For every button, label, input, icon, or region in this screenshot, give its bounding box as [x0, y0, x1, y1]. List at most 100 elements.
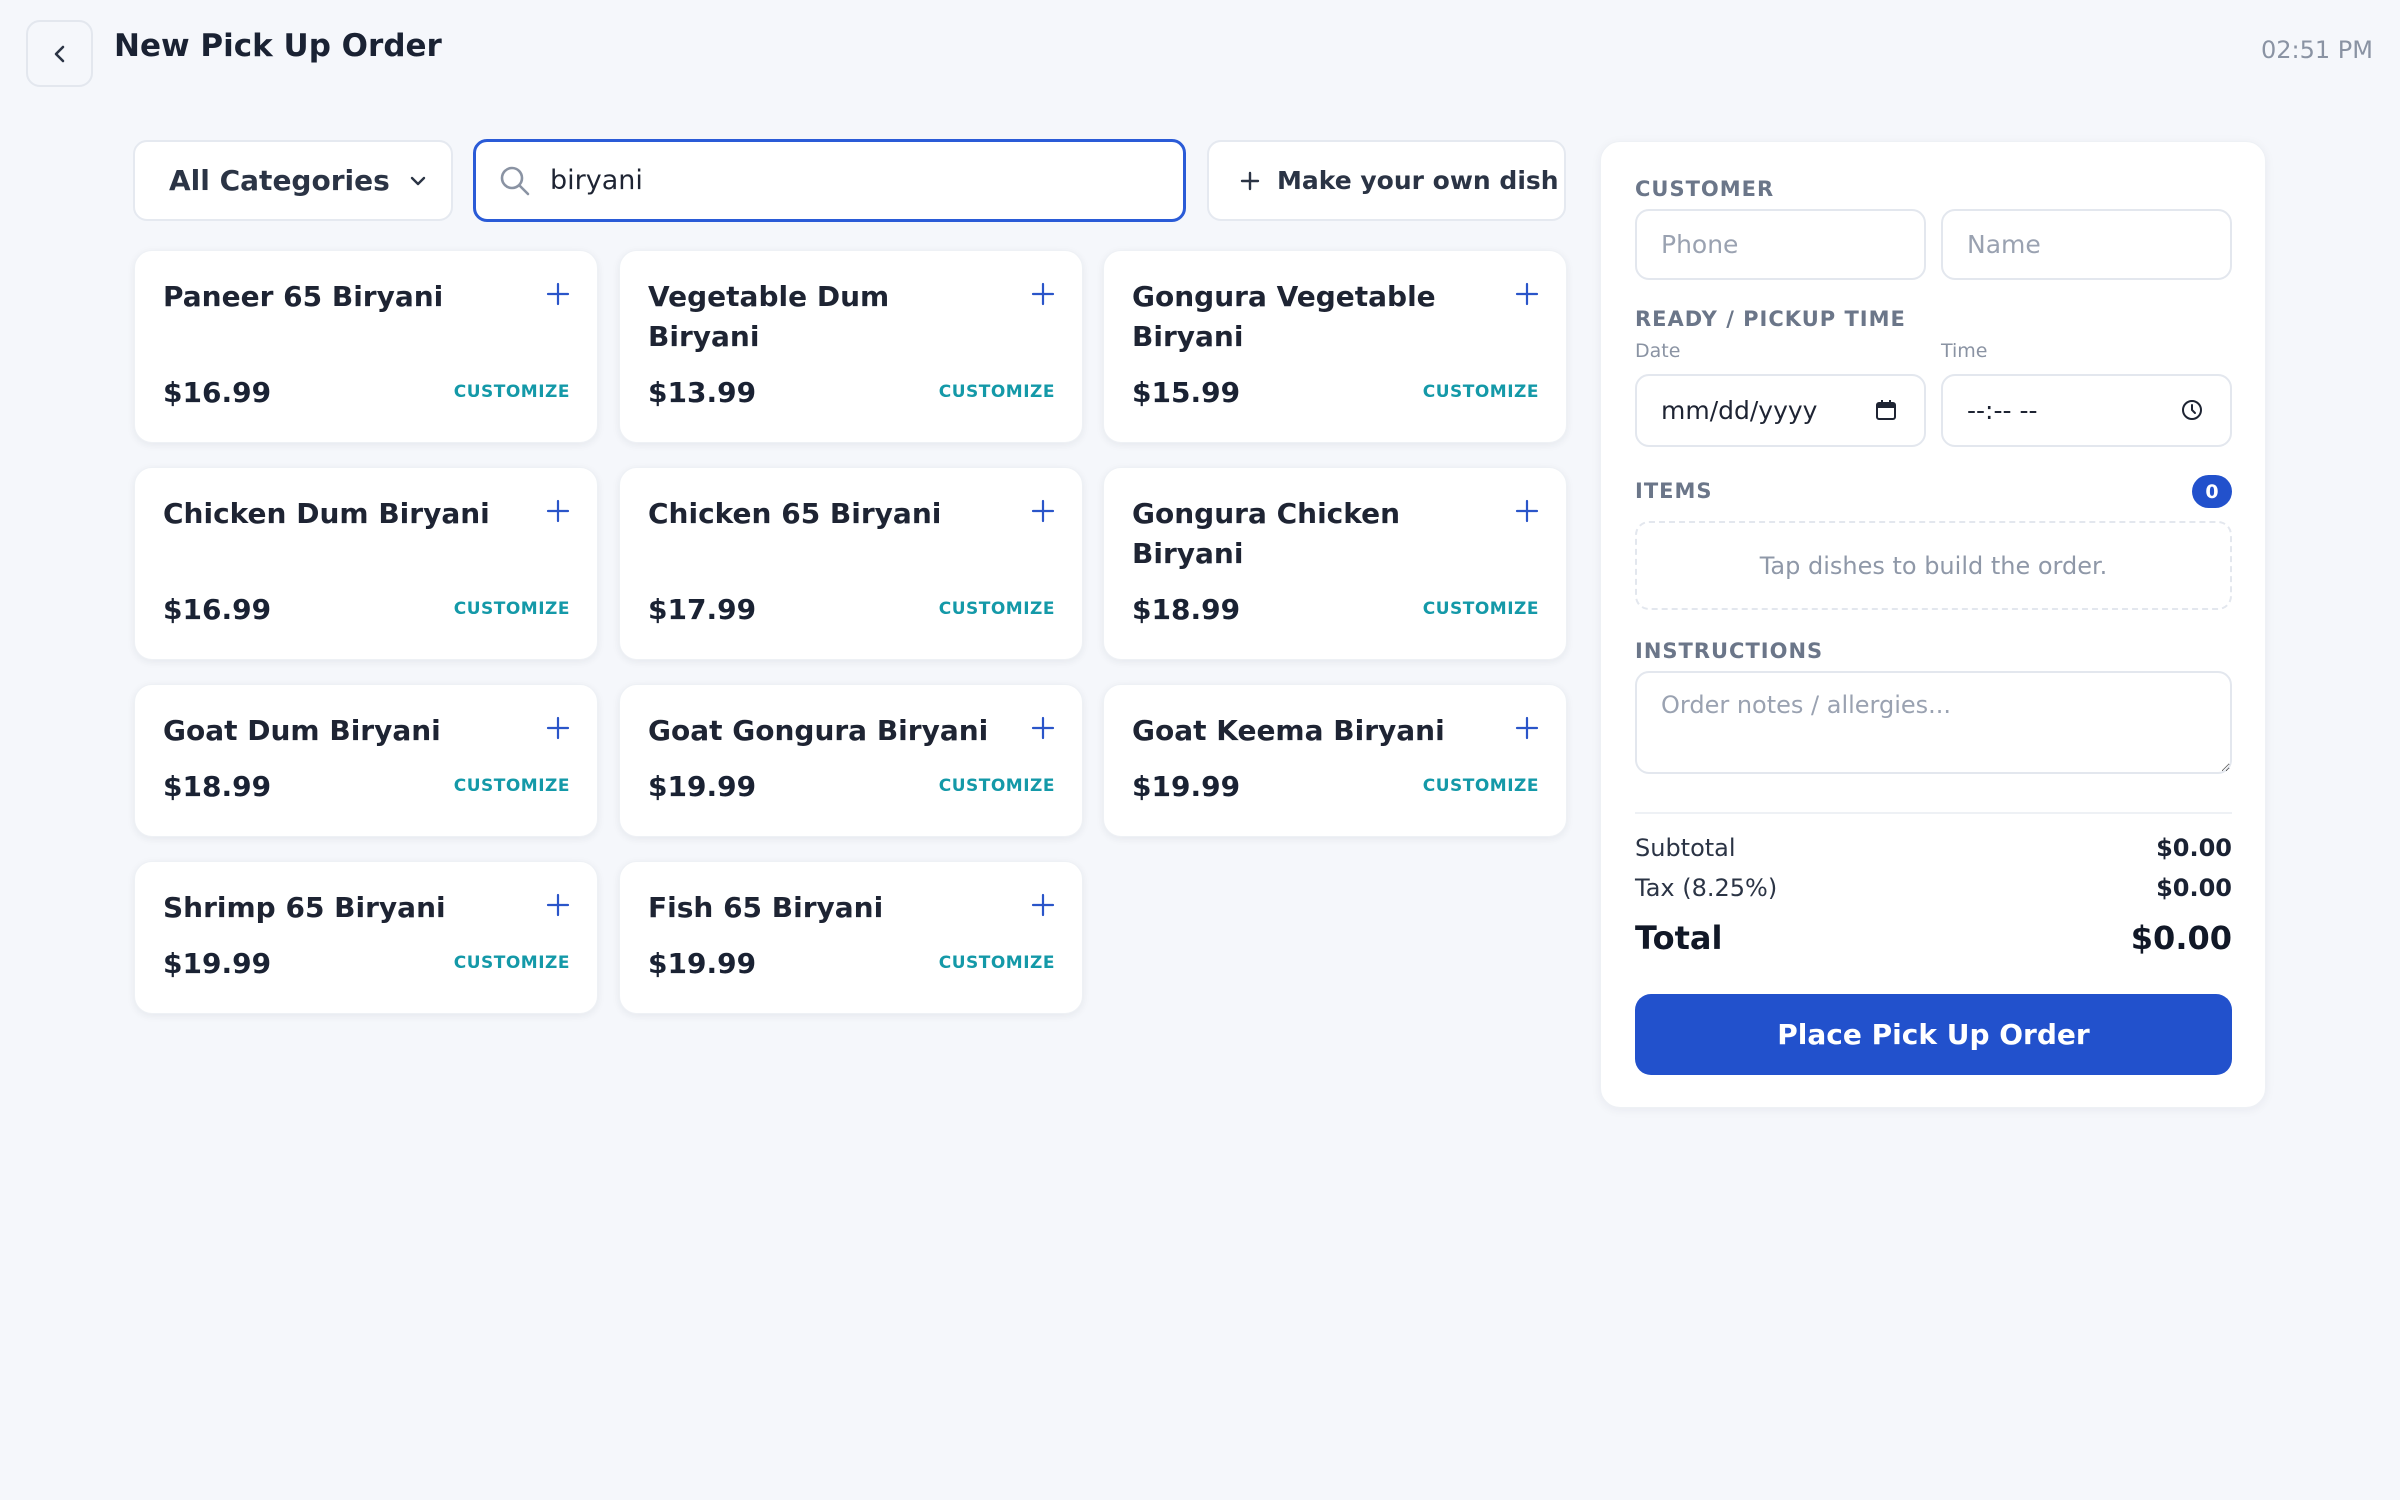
dish-price: $17.99 — [648, 593, 757, 626]
tax-row: Tax (8.25%) $0.00 — [1635, 874, 2232, 902]
dish-name: Chicken Dum Biryani — [163, 497, 490, 530]
add-dish-icon[interactable] — [545, 281, 571, 307]
dish-name: Vegetable Dum Biryani — [648, 280, 890, 353]
date-label: Date — [1635, 340, 1681, 362]
dish-name: Goat Gongura Biryani — [648, 714, 989, 747]
pickup-section-label: READY / PICKUP TIME — [1635, 307, 1906, 331]
place-order-button[interactable]: Place Pick Up Order — [1635, 994, 2232, 1075]
dish-card[interactable]: Goat Dum Biryani $18.99 CUSTOMIZE — [134, 684, 598, 837]
clock-time: 02:51 PM — [2261, 36, 2373, 64]
dish-price: $19.99 — [1132, 770, 1241, 803]
total-row: Total $0.00 — [1635, 919, 2232, 957]
search-input[interactable] — [550, 165, 1150, 196]
dish-card[interactable]: Gongura Vegetable Biryani $15.99 CUSTOMI… — [1103, 250, 1567, 443]
dish-name: Goat Keema Biryani — [1132, 714, 1445, 747]
dish-price: $13.99 — [648, 376, 757, 409]
customize-link[interactable]: CUSTOMIZE — [454, 599, 570, 619]
dish-card[interactable]: Gongura Chicken Biryani $18.99 CUSTOMIZE — [1103, 467, 1567, 660]
plus-icon — [1239, 170, 1261, 192]
tax-label: Tax (8.25%) — [1635, 874, 1778, 902]
add-dish-icon[interactable] — [1514, 281, 1540, 307]
customize-link[interactable]: CUSTOMIZE — [454, 776, 570, 796]
header-bar: New Pick Up Order 02:51 PM — [0, 0, 2400, 104]
customize-link[interactable]: CUSTOMIZE — [939, 382, 1055, 402]
dish-name: Gongura Vegetable Biryani — [1132, 280, 1436, 353]
dish-name: Shrimp 65 Biryani — [163, 891, 446, 924]
make-own-dish-button[interactable]: Make your own dish — [1207, 140, 1566, 221]
category-dropdown-label: All Categories — [169, 164, 390, 197]
instructions-section-label: INSTRUCTIONS — [1635, 639, 1824, 663]
dish-price: $16.99 — [163, 376, 272, 409]
add-dish-icon[interactable] — [1030, 498, 1056, 524]
chevron-left-icon — [49, 43, 71, 65]
items-empty-state: Tap dishes to build the order. — [1635, 521, 2232, 610]
add-dish-icon[interactable] — [545, 715, 571, 741]
customize-link[interactable]: CUSTOMIZE — [939, 776, 1055, 796]
tax-value: $0.00 — [2156, 874, 2232, 902]
add-dish-icon[interactable] — [1030, 715, 1056, 741]
phone-input[interactable] — [1661, 230, 1924, 259]
dish-card[interactable]: Shrimp 65 Biryani $19.99 CUSTOMIZE — [134, 861, 598, 1014]
name-field[interactable] — [1941, 209, 2232, 280]
dish-name: Paneer 65 Biryani — [163, 280, 444, 313]
dish-name: Chicken 65 Biryani — [648, 497, 942, 530]
add-dish-icon[interactable] — [1514, 498, 1540, 524]
name-input[interactable] — [1967, 230, 2230, 259]
subtotal-value: $0.00 — [2156, 834, 2232, 862]
customize-link[interactable]: CUSTOMIZE — [939, 953, 1055, 973]
time-label: Time — [1941, 340, 1988, 362]
dish-price: $19.99 — [648, 947, 757, 980]
dish-price: $18.99 — [1132, 593, 1241, 626]
total-label: Total — [1635, 919, 1723, 957]
dish-price: $15.99 — [1132, 376, 1241, 409]
customize-link[interactable]: CUSTOMIZE — [1423, 776, 1539, 796]
date-placeholder: mm/dd/yyyy — [1661, 396, 1818, 425]
subtotal-row: Subtotal $0.00 — [1635, 834, 2232, 862]
dish-price: $19.99 — [648, 770, 757, 803]
dish-price: $16.99 — [163, 593, 272, 626]
customize-link[interactable]: CUSTOMIZE — [454, 382, 570, 402]
total-value: $0.00 — [2130, 919, 2232, 957]
clock-icon[interactable] — [2180, 398, 2204, 422]
add-dish-icon[interactable] — [1030, 892, 1056, 918]
customize-link[interactable]: CUSTOMIZE — [1423, 599, 1539, 619]
phone-field[interactable] — [1635, 209, 1926, 280]
dish-card[interactable]: Goat Keema Biryani $19.99 CUSTOMIZE — [1103, 684, 1567, 837]
customize-link[interactable]: CUSTOMIZE — [939, 599, 1055, 619]
dish-name: Gongura Chicken Biryani — [1132, 497, 1401, 570]
calendar-icon[interactable] — [1874, 398, 1898, 422]
dish-name: Fish 65 Biryani — [648, 891, 884, 924]
time-placeholder: --:-- -- — [1967, 396, 2038, 425]
page-title: New Pick Up Order — [114, 28, 442, 64]
dish-price: $19.99 — [163, 947, 272, 980]
dish-card[interactable]: Goat Gongura Biryani $19.99 CUSTOMIZE — [619, 684, 1083, 837]
items-count-badge: 0 — [2192, 475, 2232, 508]
dish-card[interactable]: Chicken 65 Biryani $17.99 CUSTOMIZE — [619, 467, 1083, 660]
instructions-textarea[interactable] — [1635, 671, 2232, 774]
back-button[interactable] — [26, 20, 93, 87]
items-section-label: ITEMS — [1635, 479, 1713, 503]
dish-card[interactable]: Paneer 65 Biryani $16.99 CUSTOMIZE — [134, 250, 598, 443]
add-dish-icon[interactable] — [1030, 281, 1056, 307]
time-field[interactable]: --:-- -- — [1941, 374, 2232, 447]
dish-card[interactable]: Chicken Dum Biryani $16.99 CUSTOMIZE — [134, 467, 598, 660]
add-dish-icon[interactable] — [545, 498, 571, 524]
dish-card[interactable]: Vegetable Dum Biryani $13.99 CUSTOMIZE — [619, 250, 1083, 443]
make-own-dish-label: Make your own dish — [1277, 166, 1559, 195]
add-dish-icon[interactable] — [545, 892, 571, 918]
customize-link[interactable]: CUSTOMIZE — [1423, 382, 1539, 402]
search-icon — [498, 164, 532, 198]
search-box[interactable] — [473, 139, 1186, 222]
category-dropdown[interactable]: All Categories — [133, 140, 453, 221]
divider — [1635, 812, 2232, 814]
dish-price: $18.99 — [163, 770, 272, 803]
customize-link[interactable]: CUSTOMIZE — [454, 953, 570, 973]
subtotal-label: Subtotal — [1635, 834, 1736, 862]
dish-name: Goat Dum Biryani — [163, 714, 441, 747]
add-dish-icon[interactable] — [1514, 715, 1540, 741]
date-field[interactable]: mm/dd/yyyy — [1635, 374, 1926, 447]
dish-card[interactable]: Fish 65 Biryani $19.99 CUSTOMIZE — [619, 861, 1083, 1014]
chevron-down-icon — [408, 171, 428, 191]
order-panel: CUSTOMER READY / PICKUP TIME Date Time m… — [1600, 141, 2266, 1108]
customer-section-label: CUSTOMER — [1635, 177, 1775, 201]
